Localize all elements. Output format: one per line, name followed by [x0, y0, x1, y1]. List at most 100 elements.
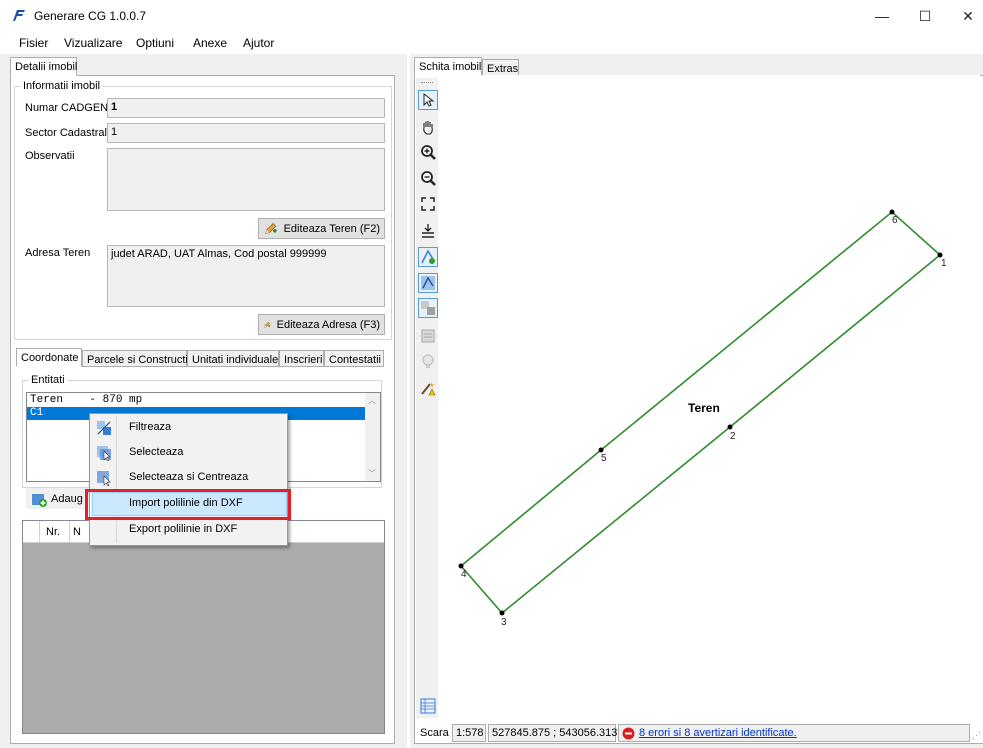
layer-tool[interactable]: [418, 298, 438, 318]
coordinates-grid[interactable]: Nr. N: [22, 520, 385, 734]
cursor-coords: 527845.875 ; 543056.313: [488, 724, 617, 742]
vertex-point-4[interactable]: [458, 563, 464, 569]
edit-pencil-icon: [264, 321, 271, 328]
adresa-teren-label: Adresa Teren: [25, 247, 91, 259]
layers-icon: [421, 301, 435, 315]
maximize-button[interactable]: ☐: [902, 0, 948, 32]
entitati-title: Entitati: [29, 374, 67, 386]
measure-tool[interactable]: [418, 221, 438, 241]
table-icon: [420, 698, 436, 714]
tab-unitati-individuale[interactable]: Unitati individuale: [187, 350, 279, 367]
menu-anexe[interactable]: Anexe: [193, 36, 227, 50]
zoom-in-tool[interactable]: [418, 142, 438, 162]
scroll-up-icon[interactable]: ︿: [368, 395, 376, 406]
fit-extent-icon: [421, 197, 435, 211]
resize-grip-icon[interactable]: ⋰: [972, 730, 981, 741]
vertex-label-4: 4: [461, 569, 467, 580]
tab-detalii-imobil[interactable]: Detalii imobil: [10, 57, 77, 76]
tab-coordonate[interactable]: Coordonate: [16, 348, 82, 367]
ctx-selecteaza-centreaza[interactable]: Selecteaza si Centreaza: [92, 466, 287, 490]
menu-optiuni[interactable]: Optiuni: [136, 36, 174, 50]
tab-extras[interactable]: Extras: [482, 59, 519, 76]
tab-inscrieri[interactable]: Inscrieri: [279, 350, 324, 367]
highlight-annotation: [85, 489, 291, 520]
vertex-point-6[interactable]: [889, 209, 895, 215]
ctx-selecteaza[interactable]: Selecteaza: [92, 441, 287, 465]
add-entity-label: Adaug: [51, 492, 83, 505]
ctx-filtreaza-label: Filtreaza: [129, 421, 172, 433]
edit-vertices-tool[interactable]: [418, 273, 438, 293]
scroll-down-icon[interactable]: ﹀: [368, 468, 376, 479]
tab-schita-imobil[interactable]: Schita imobil: [414, 57, 482, 76]
grid-row-header: [23, 521, 40, 543]
sketch-canvas[interactable]: 1 2 3 4 5 6 Teren: [440, 75, 980, 719]
select-tool[interactable]: [418, 90, 438, 110]
ctx-export-dxf[interactable]: Export polilinie in DXF: [92, 518, 287, 542]
grid-col-n[interactable]: N: [73, 526, 81, 538]
window-title: Generare CG 1.0.0.7: [34, 9, 147, 23]
print-tool[interactable]: [418, 326, 438, 346]
ctx-filtreaza[interactable]: Filtreaza: [92, 416, 287, 440]
zoom-out-tool[interactable]: [418, 168, 438, 188]
toolbar-grip: [421, 82, 433, 84]
legend-tool[interactable]: [418, 696, 438, 716]
zoom-extent-tool[interactable]: [418, 194, 438, 214]
select-center-icon: [97, 471, 111, 486]
edit-pencil-icon: [265, 222, 277, 234]
edit-vertices-icon: [421, 276, 435, 290]
lightbulb-icon: [422, 354, 434, 368]
sector-cadastral-label: Sector Cadastral: [25, 127, 107, 139]
zoom-out-icon: [421, 171, 436, 186]
pan-tool[interactable]: [418, 117, 438, 137]
vertex-label-5: 5: [601, 453, 607, 464]
observatii-field[interactable]: [107, 148, 385, 211]
numar-cadgen-field[interactable]: 1: [107, 98, 385, 118]
sector-cadastral-field[interactable]: 1: [107, 123, 385, 143]
hint-tool[interactable]: [418, 352, 438, 372]
vertex-label-3: 3: [501, 617, 507, 628]
edit-adresa-label: Editeaza Adresa (F3): [276, 318, 380, 331]
menu-fisier[interactable]: Fisier: [19, 36, 48, 50]
error-stop-icon: [622, 727, 635, 740]
app-logo-icon: [13, 10, 25, 21]
measure-icon: [422, 224, 434, 238]
validation-status: 8 erori si 8 avertizari identificate.: [618, 724, 970, 742]
close-button[interactable]: ✕: [945, 0, 983, 32]
polyline-icon: [421, 249, 435, 264]
drawing-toolbar: [416, 78, 438, 718]
add-entity-button[interactable]: Adaug: [26, 488, 92, 509]
select-icon: [97, 446, 111, 461]
magic-wand-warning-icon: [421, 382, 436, 396]
tab-contestatii[interactable]: Contestatii: [324, 350, 384, 367]
list-scrollbar[interactable]: ︿ ﹀: [365, 393, 380, 481]
vertex-point-1[interactable]: [937, 252, 943, 258]
errors-link[interactable]: 8 erori si 8 avertizari identificate.: [639, 727, 797, 739]
adresa-teren-field[interactable]: judet ARAD, UAT Almas, Cod postal 999999: [107, 245, 385, 307]
parcel-label: Teren: [688, 401, 720, 415]
vertex-point-5[interactable]: [598, 447, 604, 453]
ctx-selecteaza-label: Selecteaza: [129, 446, 184, 458]
menu-bar: Fisier Vizualizare Optiuni Anexe Ajutor: [0, 32, 983, 54]
vertex-point-3[interactable]: [499, 610, 505, 616]
edit-adresa-button[interactable]: Editeaza Adresa (F3): [258, 314, 385, 335]
scale-value: 1:578: [452, 724, 486, 742]
hand-icon: [423, 121, 433, 135]
grid-col-divider: [69, 521, 70, 543]
edit-teren-button[interactable]: Editeaza Teren (F2): [258, 218, 385, 239]
add-icon: [32, 493, 47, 507]
menu-ajutor[interactable]: Ajutor: [243, 36, 274, 50]
title-bar: Generare CG 1.0.0.7 — ☐ ✕: [0, 0, 983, 32]
list-item[interactable]: Teren - 870 mp: [27, 394, 380, 407]
vertex-point-2[interactable]: [727, 424, 733, 430]
draw-polyline-tool[interactable]: [418, 247, 438, 267]
vertex-label-2: 2: [730, 431, 736, 442]
numar-cadgen-label: Numar CADGEN: [25, 102, 109, 114]
grid-col-nr[interactable]: Nr.: [46, 526, 60, 538]
document-icon: [421, 329, 435, 343]
cursor-arrow-icon: [423, 93, 435, 107]
informatii-imobil-title: Informatii imobil: [21, 80, 103, 92]
menu-vizualizare[interactable]: Vizualizare: [64, 36, 122, 50]
minimize-button[interactable]: —: [859, 0, 905, 32]
validate-tool[interactable]: [418, 378, 438, 398]
tab-parcele-constructii[interactable]: Parcele si Constructii: [82, 350, 190, 367]
